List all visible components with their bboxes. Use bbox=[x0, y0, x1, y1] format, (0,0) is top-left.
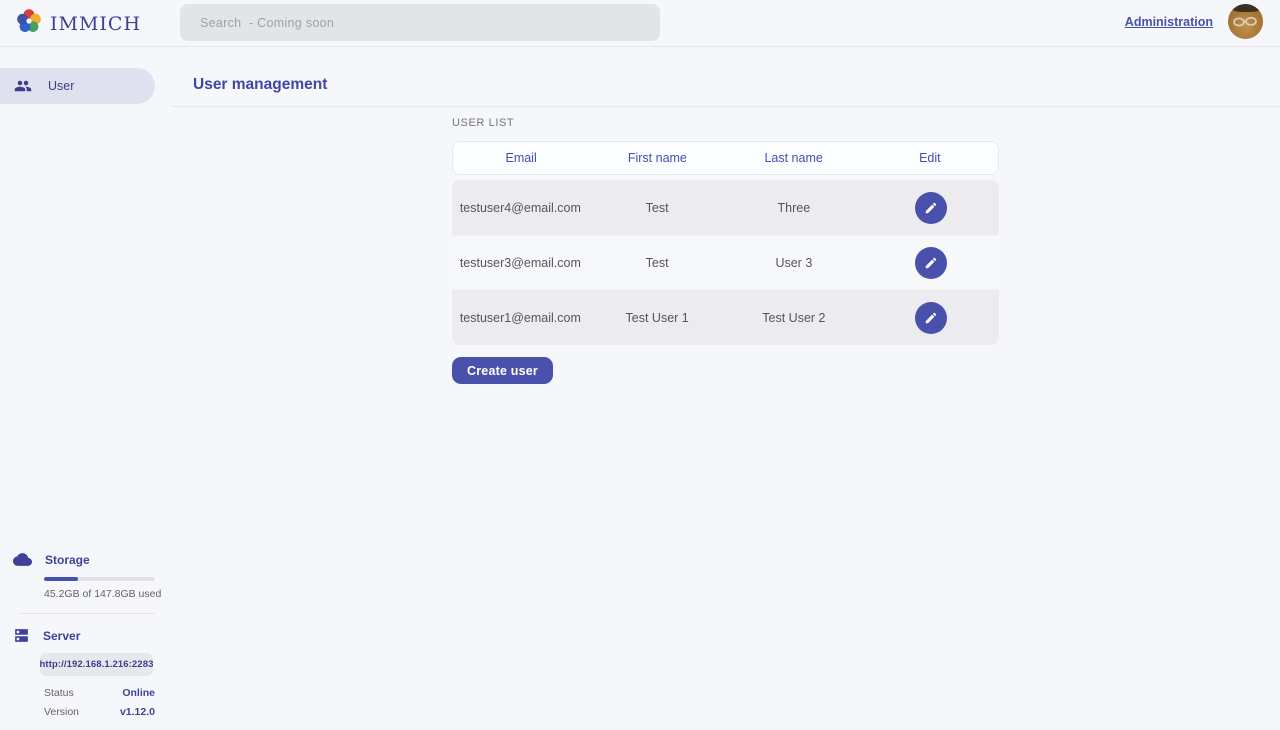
cell-last-name: Three bbox=[726, 201, 863, 215]
users-group-icon bbox=[14, 77, 32, 95]
footer-divider bbox=[18, 613, 155, 614]
storage-usage-text: 45.2GB of 147.8GB used bbox=[44, 588, 171, 600]
server-icon bbox=[13, 627, 30, 644]
logo-wordmark: IMMICH bbox=[50, 13, 141, 35]
cell-email: testuser1@email.com bbox=[452, 311, 589, 325]
user-avatar[interactable] bbox=[1228, 4, 1263, 39]
administration-link[interactable]: Administration bbox=[1125, 15, 1213, 29]
edit-user-button[interactable] bbox=[915, 247, 947, 279]
column-header-last-name: Last name bbox=[726, 151, 862, 165]
edit-user-button[interactable] bbox=[915, 302, 947, 334]
pencil-icon bbox=[924, 256, 938, 270]
column-header-email: Email bbox=[453, 151, 589, 165]
app-logo[interactable]: IMMICH bbox=[16, 0, 141, 47]
pencil-icon bbox=[924, 201, 938, 215]
cloud-icon bbox=[13, 550, 32, 569]
server-status-value: Online bbox=[122, 687, 155, 699]
storage-progress-bar bbox=[44, 577, 155, 581]
immich-flower-icon bbox=[16, 8, 42, 39]
immich-admin-page: IMMICH Administration User bbox=[0, 0, 1280, 730]
server-url-badge: http://192.168.1.216:2283 bbox=[40, 653, 153, 676]
column-header-first-name: First name bbox=[589, 151, 725, 165]
title-divider bbox=[171, 106, 1280, 107]
cell-last-name: Test User 2 bbox=[726, 311, 863, 325]
server-section: Server http://192.168.1.216:2283 Status … bbox=[0, 627, 171, 718]
table-row: testuser4@email.com Test Three bbox=[452, 180, 999, 235]
cell-first-name: Test bbox=[589, 256, 726, 270]
glasses-icon bbox=[1232, 16, 1259, 28]
storage-title: Storage bbox=[45, 553, 90, 567]
pencil-icon bbox=[924, 311, 938, 325]
sidebar-footer: Storage 45.2GB of 147.8GB used Server bbox=[0, 550, 171, 718]
sidebar-item-user[interactable]: User bbox=[0, 68, 155, 104]
cell-first-name: Test bbox=[589, 201, 726, 215]
create-user-button[interactable]: Create user bbox=[452, 357, 553, 384]
cell-email: testuser4@email.com bbox=[452, 201, 589, 215]
server-version-label: Version bbox=[44, 706, 79, 718]
page-title: User management bbox=[193, 76, 327, 94]
storage-progress-fill bbox=[44, 577, 78, 581]
column-header-edit: Edit bbox=[862, 151, 998, 165]
table-row: testuser3@email.com Test User 3 bbox=[452, 235, 999, 290]
table-row: testuser1@email.com Test User 1 Test Use… bbox=[452, 290, 999, 345]
cell-last-name: User 3 bbox=[726, 256, 863, 270]
user-list-label: USER LIST bbox=[452, 117, 514, 129]
cell-email: testuser3@email.com bbox=[452, 256, 589, 270]
user-table: Email First name Last name Edit testuser… bbox=[452, 141, 999, 345]
sidebar-item-label: User bbox=[48, 79, 74, 93]
server-version-value: v1.12.0 bbox=[120, 706, 155, 718]
top-header: IMMICH Administration bbox=[0, 0, 1280, 47]
search-input[interactable] bbox=[180, 4, 660, 41]
table-body: testuser4@email.com Test Three testuser3… bbox=[452, 180, 999, 345]
admin-sidebar: User Storage 45.2GB of 147.8GB used bbox=[0, 47, 171, 730]
server-status-label: Status bbox=[44, 687, 74, 699]
table-header-row: Email First name Last name Edit bbox=[452, 141, 999, 175]
storage-section: Storage 45.2GB of 147.8GB used bbox=[0, 550, 171, 600]
cell-first-name: Test User 1 bbox=[589, 311, 726, 325]
edit-user-button[interactable] bbox=[915, 192, 947, 224]
avatar-photo-detail bbox=[1232, 4, 1261, 12]
server-title: Server bbox=[43, 629, 80, 643]
